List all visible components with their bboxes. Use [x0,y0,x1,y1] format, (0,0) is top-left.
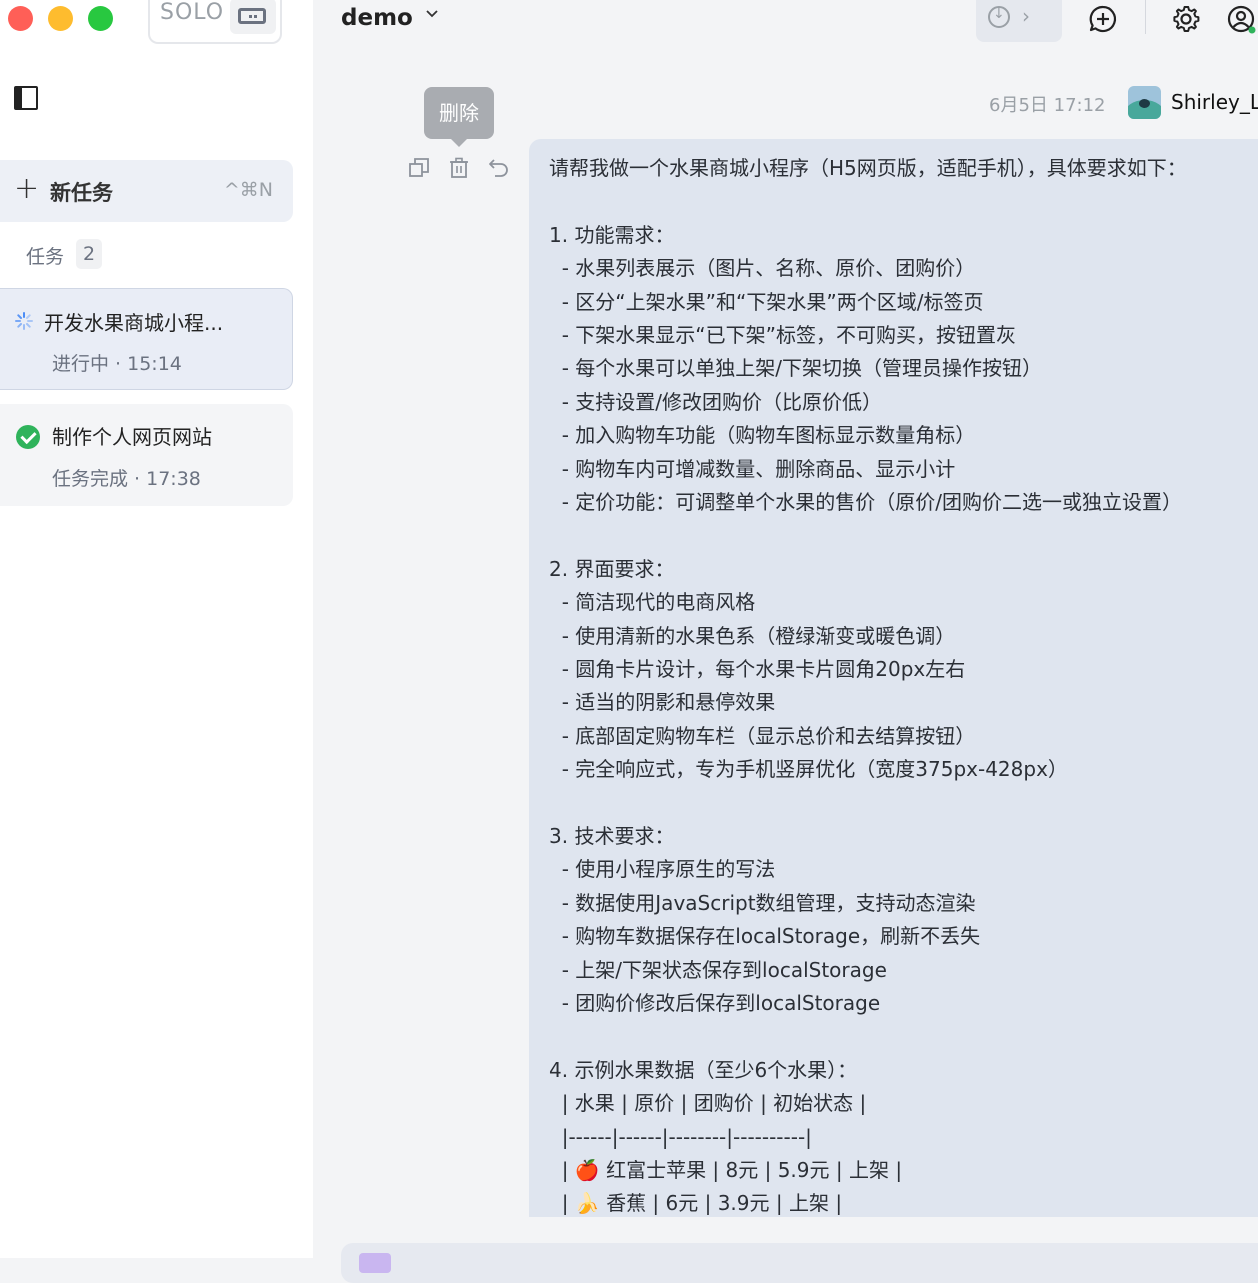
message-line: - 下架水果显示“已下架”标签，不可购买，按钮置灰 [549,323,1017,347]
message-line: - 底部固定购物车栏（显示总价和去结算按钮） [549,723,976,748]
copy-icon[interactable] [408,157,430,179]
message-line: |------|------|--------|----------| [549,1124,812,1149]
new-task-button[interactable]: + 新任务 ^⌘N [0,160,293,222]
task-title: 开发水果商城小程... [44,311,224,335]
delete-tooltip: 删除 [424,87,494,147]
avatar [1128,86,1161,119]
message-line: 3. 技术要求： [549,824,675,848]
message-line: - 简洁现代的电商风格 [549,590,756,615]
message-line: - 定价功能：可调整单个水果的售价（原价/团购价二选一或独立设置） [549,490,1183,514]
task-title: 制作个人网页网站 [52,425,212,449]
message-line: 1. 功能需求： [549,222,675,247]
message-line: - 团购价修改后保存到localStorage [549,991,881,1015]
task-item-active[interactable]: 开发水果商城小程... 进行中 · 15:14 [0,288,293,390]
download-icon [988,6,1010,28]
message-username: Shirley_L [1171,90,1258,114]
check-circle-icon [16,425,40,449]
tasks-count-badge: 2 [76,239,102,269]
message-line: - 每个水果可以单独上架/下架切换（管理员操作按钮） [549,356,1043,381]
solo-mode-badge[interactable]: SOLO [148,0,282,44]
project-title[interactable]: demo [341,5,413,31]
sidebar: SOLO + 新任务 ^⌘N 任务 2 开发水果商城小程... 进行中 · 15… [0,0,313,1258]
message-composer[interactable] [341,1243,1258,1283]
header-divider [1145,0,1146,34]
new-chat-icon[interactable] [1088,4,1118,34]
message-line: 4. 示例水果数据（至少6个水果）： [549,1057,858,1082]
message-line: | 🍎 红富士苹果 | 8元 | 5.9元 | 上架 | [549,1158,903,1182]
undo-icon[interactable] [488,157,510,179]
task-item-completed[interactable]: 制作个人网页网站 任务完成 · 17:38 [0,404,293,506]
message-line: - 购物车内可增减数量、删除商品、显示小计 [549,456,956,481]
minimize-window-button[interactable] [48,6,73,31]
solo-label: SOLO [160,0,225,25]
user-circle-icon[interactable] [1226,4,1256,34]
gear-icon[interactable] [1171,4,1201,34]
trash-icon[interactable] [448,157,470,179]
message-line: - 区分“上架水果”和“下架水果”两个区域/标签页 [549,289,984,314]
message-timestamp: 6月5日 17:12 [989,95,1106,116]
new-task-label: 新任务 [50,181,113,205]
chevron-down-icon[interactable] [426,8,438,20]
main-panel: demo › 6月5日 17:12 Shirley_L 删除 [313,0,1258,1283]
message-line: - 支持设置/修改团购价（比原价低） [549,389,883,414]
context-chip[interactable] [359,1253,391,1273]
message-line: - 加入购物车功能（购物车图标显示数量角标） [549,423,976,448]
task-status: 进行中 · 15:14 [52,353,182,375]
message-line: | 水果 | 原价 | 团购价 | 初始状态 | [549,1091,867,1116]
message-line: - 使用小程序原生的写法 [549,857,776,882]
chevron-right-icon: › [1022,4,1030,28]
message-line: 2. 界面要求： [549,556,675,581]
message-line: 请帮我做一个水果商城小程序（H5网页版，适配手机），具体要求如下： [549,156,1187,180]
task-status: 任务完成 · 17:38 [52,468,201,490]
message-line: - 适当的阴影和悬停效果 [549,690,776,715]
download-status-pill[interactable]: › [976,0,1062,42]
message-line: - 上架/下架状态保存到localStorage [549,957,887,982]
message-line: - 购物车数据保存在localStorage，刷新不丢失 [549,924,981,949]
sidebar-toggle-icon[interactable] [14,86,38,110]
message-line: - 使用清新的水果色系（橙绿渐变或暖色调） [549,623,956,648]
message-line: - 圆角卡片设计，每个水果卡片圆角20px左右 [549,657,966,681]
maximize-window-button[interactable] [88,6,113,31]
message-line: - 数据使用JavaScript数组管理，支持动态渲染 [549,890,976,915]
new-task-shortcut: ^⌘N [223,179,273,201]
user-message-bubble: 请帮我做一个水果商城小程序（H5网页版，适配手机），具体要求如下： 1. 功能需求… [529,139,1258,1217]
loading-spinner-icon [15,312,33,330]
message-line: - 完全响应式，专为手机竖屏优化（宽度375px-428px） [549,757,1068,782]
plus-icon: + [14,171,40,206]
screen-icon[interactable] [230,0,276,34]
tasks-section-title: 任务 [26,246,65,268]
message-line: | 🍌 香蕉 | 6元 | 3.9元 | 上架 | [549,1191,843,1216]
close-window-button[interactable] [8,6,33,31]
message-line: - 水果列表展示（图片、名称、原价、团购价） [549,256,976,281]
